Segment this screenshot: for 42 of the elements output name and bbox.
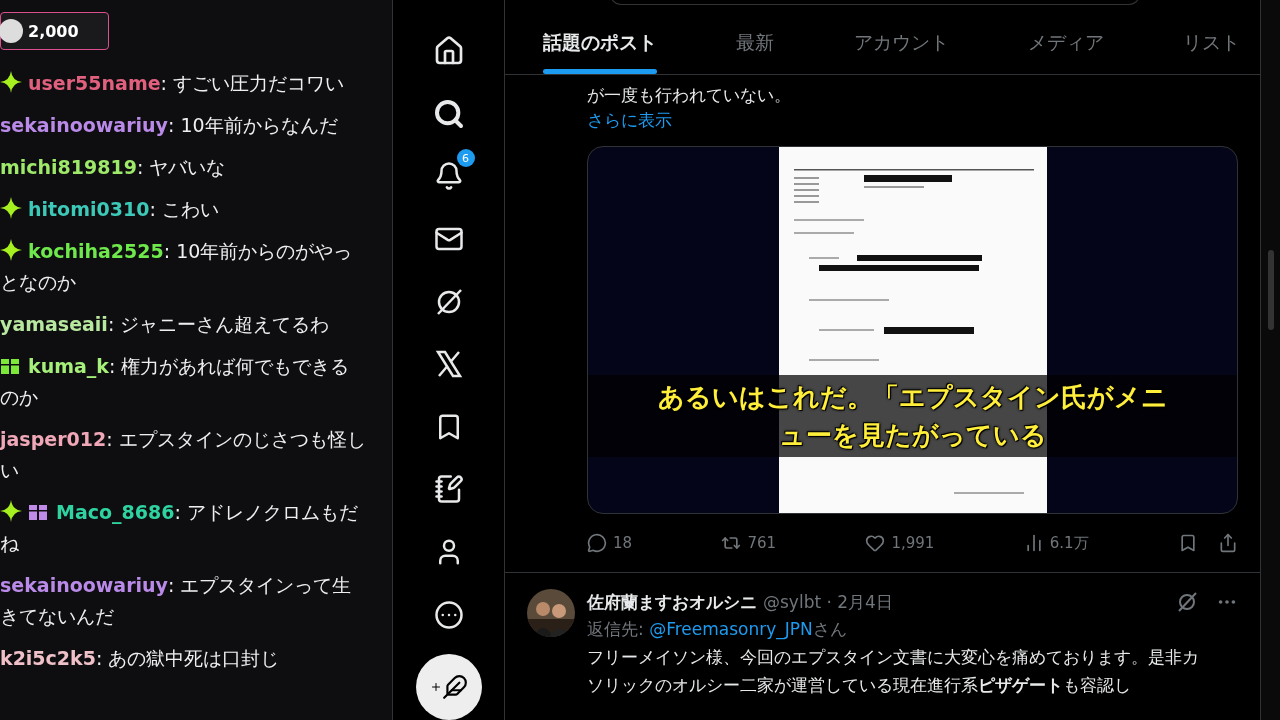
chat-message: michi819819: ヤバいな bbox=[0, 155, 227, 180]
more-icon[interactable] bbox=[433, 599, 464, 630]
author-handle: @sylbt · 2月4日 bbox=[763, 591, 893, 614]
tab[interactable]: アカウント bbox=[853, 5, 949, 74]
chat-message: Maco_8686: アドレノクロムもだね bbox=[0, 499, 359, 556]
like-button[interactable]: 1,991 bbox=[865, 533, 935, 553]
author-name[interactable]: 佐府蘭ますおオルシニ bbox=[587, 589, 757, 615]
chat-message: yamaseaii: ジャニーさん超えてるわ bbox=[0, 312, 331, 337]
speech-bubble-icon bbox=[587, 533, 607, 553]
tab[interactable]: 最新 bbox=[736, 5, 775, 74]
chat-message: user55name: すごい圧力だコワい bbox=[0, 68, 368, 99]
reply-to-line: 返信先: @Freemasonry_JPN さん bbox=[587, 618, 848, 642]
post-text: が一度も行われていない。 bbox=[587, 84, 792, 107]
views-button[interactable]: 6.1万 bbox=[1023, 533, 1089, 553]
avatar-icon bbox=[0, 19, 23, 43]
heart-icon bbox=[865, 533, 886, 553]
tab[interactable]: 話題のポスト bbox=[543, 5, 657, 74]
chat-message: kuma_k: 権力があれば何でもできるのか bbox=[0, 354, 351, 410]
share-icon[interactable] bbox=[1218, 533, 1238, 553]
video-caption: あるいはこれだ。「エプスタイン氏がメニ ューを見たがっている bbox=[588, 375, 1237, 457]
chat-message: sekainoowariuy: 10年前からなんだ bbox=[0, 113, 339, 138]
points-badge[interactable]: 2,000 bbox=[0, 12, 109, 50]
search-icon[interactable] bbox=[432, 97, 465, 130]
reply-button[interactable]: 18 bbox=[587, 533, 633, 553]
chat-message: hitomi0310: こわい bbox=[0, 194, 368, 225]
show-more-link[interactable]: さらに表示 bbox=[587, 108, 672, 133]
chat-message: sekainoowariuy: エプスタインって生きてないんだ bbox=[0, 573, 353, 629]
x-logo-icon[interactable] bbox=[434, 350, 463, 379]
tab[interactable]: リスト bbox=[1183, 5, 1240, 74]
plus-icon bbox=[429, 680, 442, 693]
notebook-pen-icon[interactable] bbox=[433, 474, 464, 505]
media-panel[interactable]: あるいはこれだ。「エプスタイン氏がメニ ューを見たがっている bbox=[587, 146, 1238, 514]
mention-link[interactable]: @Freemasonry_JPN bbox=[649, 619, 813, 639]
reply-text: フリーメイソン様、今回のエプスタイン文書に大変心を痛めております。是非カソリックのオルシー二家が運営している現在進行系ピザゲートも容認し bbox=[587, 646, 1200, 697]
tab[interactable]: メディア bbox=[1027, 5, 1104, 74]
chat-message: jasper012: エプスタインのじさつも怪しい bbox=[0, 427, 367, 483]
chat-message: k2i5c2k5: あの獄中死は口封じ bbox=[0, 646, 281, 671]
repost-button[interactable]: 761 bbox=[721, 533, 777, 553]
feather-icon bbox=[441, 673, 468, 700]
chat-message: kochiha2525: 10年前からのがやっとなのか bbox=[0, 238, 354, 295]
notification-badge: 6 bbox=[456, 149, 475, 168]
scrollbar-thumb[interactable] bbox=[1267, 250, 1274, 330]
